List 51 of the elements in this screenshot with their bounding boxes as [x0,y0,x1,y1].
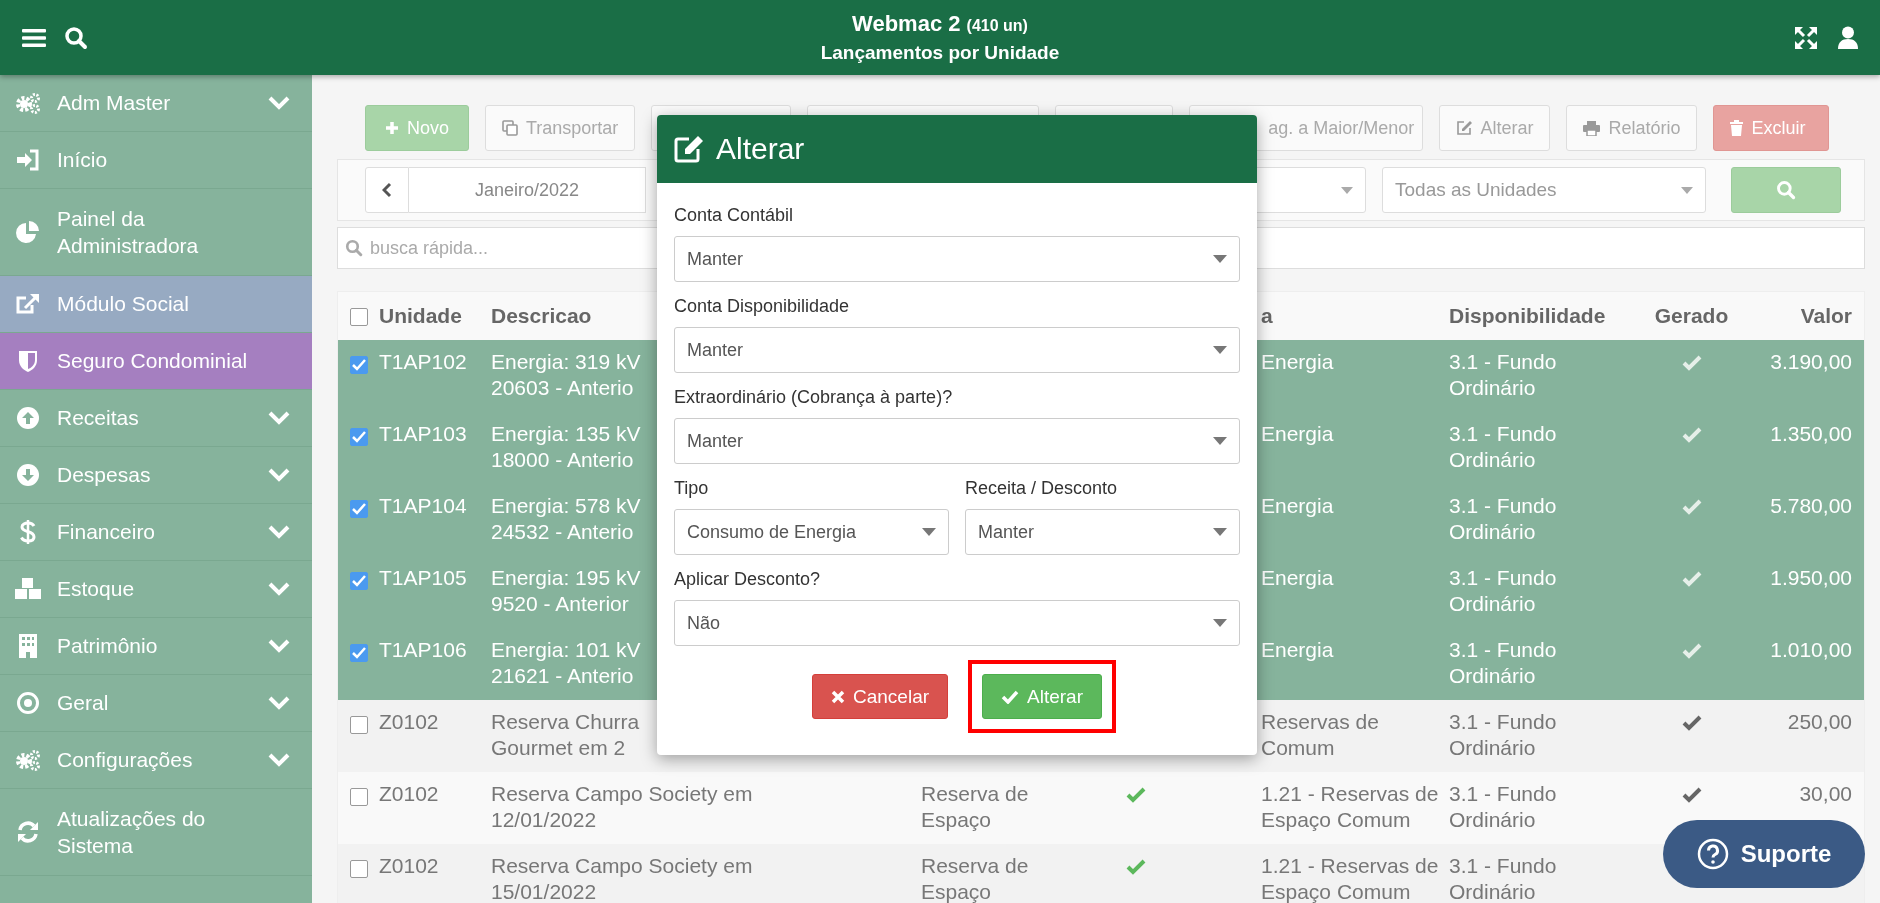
table-cell-text: T1AP103 [379,421,468,447]
table-cell-text: T1AP104 [379,493,468,519]
table-cell: Energia [1261,638,1334,661]
table-cell: 3.1 - Fundo Ordinário [1449,637,1557,690]
table-cell: Reserva de Espaço [921,782,1029,832]
table-cell: Reservas de Comum [1261,710,1379,760]
table-cell: 3.1 - Fundo Ordinário [1449,853,1557,903]
table-cell: 3.1 - Fundo Ordinário [1449,349,1557,402]
field-label: Tipo [674,478,710,499]
table-cell-text: T1AP102 [379,349,468,375]
table-cell: Reserva Campo Society em 12/01/2022 [491,781,753,834]
table-cell: Reserva de Espaço [921,854,1029,903]
table-cell: Reserva Campo Society em 15/01/2022 [491,853,753,903]
table-cell: Energia [1261,350,1334,373]
field-label: Aplicar Desconto? [674,569,822,590]
table-cell: 30,00 [1799,782,1852,805]
table-cell: Energia [1261,566,1334,589]
table-cell-text: Z0102 [379,853,440,879]
table-cell: 3.1 - Fundo Ordinário [1449,565,1557,618]
table-cell: 3.190,00 [1770,350,1852,373]
table-cell: 3.1 - Fundo Ordinário [1449,781,1557,834]
table-cell: Energia: 578 kV 24532 - Anterio [491,493,641,546]
table-cell: Energia: 195 kV 9520 - Anterior [491,565,641,618]
table-cell: 1.950,00 [1770,566,1852,589]
app-title: Webmac 2 [852,11,961,36]
table-cell: 1.350,00 [1770,422,1852,445]
table-cell: 3.1 - Fundo Ordinário [1449,493,1557,546]
table-cell: Energia: 319 kV 20603 - Anterio [491,349,641,402]
table-cell: 1.21 - Reservas de Espaço Comum [1261,854,1439,903]
page-title: Lançamentos por Unidade [819,42,1061,64]
table-cell: Energia [1261,494,1334,517]
table-cell: 1.21 - Reservas de Espaço Comum [1261,782,1439,832]
table-cell: 250,00 [1787,710,1852,733]
table-cell: 5.780,00 [1770,494,1852,517]
table-cell-text: T1AP106 [379,637,468,663]
table-cell: 3.1 - Fundo Ordinário [1449,421,1557,474]
table-cell-text: T1AP105 [379,565,468,591]
field-label: Extraordinário (Cobrança à parte)? [674,387,954,408]
table-cell: Energia [1261,422,1334,445]
table-cell: 1.010,00 [1770,638,1852,661]
field-label: Conta Contábil [674,205,795,226]
table-cell: Energia: 101 kV 21621 - Anterio [491,637,641,690]
table-cell: 3.1 - Fundo Ordinário [1449,709,1557,762]
field-label: Conta Disponibilidade [674,296,851,317]
dialog-title: Alterar [716,132,805,166]
unit-count: (410 un) [966,17,1028,34]
table-cell-text: Z0102 [379,781,440,807]
table-cell-text: Z0102 [379,709,440,735]
table-cell: Energia: 135 kV 18000 - Anterio [491,421,641,474]
table-cell: Reserva Churra Gourmet em 2 [491,709,640,762]
field-label: Receita / Desconto [965,478,1119,499]
